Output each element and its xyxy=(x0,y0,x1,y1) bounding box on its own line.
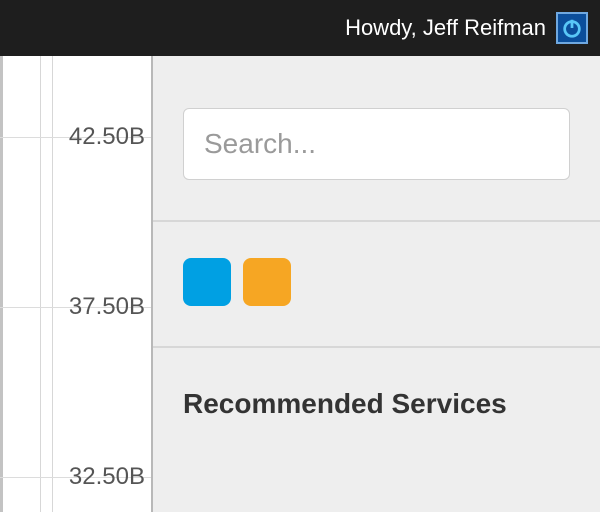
search-input[interactable] xyxy=(183,108,570,180)
side-panels: Recommended Services xyxy=(153,56,600,512)
power-icon[interactable] xyxy=(556,12,588,44)
color-swatch-panel xyxy=(153,222,600,348)
y-axis-label: 42.50B xyxy=(69,123,145,151)
greeting-text[interactable]: Howdy, Jeff Reifman xyxy=(345,15,546,41)
search-panel xyxy=(153,56,600,222)
y-axis-label: 32.50B xyxy=(69,463,145,491)
admin-topbar: Howdy, Jeff Reifman xyxy=(0,0,600,56)
chart-y-axis: 42.50B 37.50B 32.50B xyxy=(0,56,153,512)
gridline xyxy=(0,56,3,512)
body-region: 42.50B 37.50B 32.50B Recommended Service… xyxy=(0,56,600,512)
recommended-panel: Recommended Services xyxy=(153,348,600,448)
gridline xyxy=(52,56,53,512)
swatch-orange[interactable] xyxy=(243,258,291,306)
recommended-title: Recommended Services xyxy=(183,388,570,420)
swatch-row xyxy=(183,258,570,306)
gridline xyxy=(40,56,41,512)
swatch-blue[interactable] xyxy=(183,258,231,306)
y-axis-label: 37.50B xyxy=(69,293,145,321)
